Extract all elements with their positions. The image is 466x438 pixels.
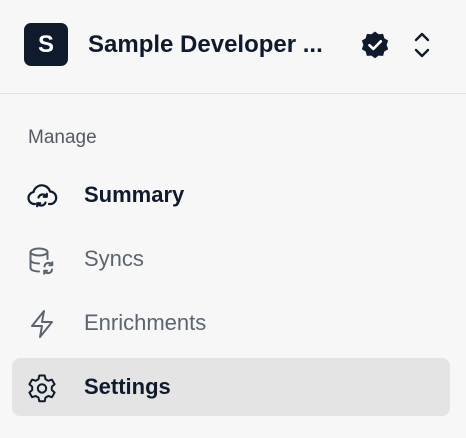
sidebar-item-syncs[interactable]: Syncs bbox=[12, 230, 450, 288]
sidebar: S Sample Developer ... Manage Summary Sy… bbox=[0, 0, 466, 438]
verified-badge-icon bbox=[361, 31, 389, 59]
section-label-manage: Manage bbox=[28, 127, 97, 148]
sidebar-item-label: Syncs bbox=[84, 246, 144, 271]
sidebar-item-label: Enrichments bbox=[84, 310, 207, 335]
sidebar-item-enrichments[interactable]: Enrichments bbox=[12, 294, 450, 352]
sidebar-item-label: Settings bbox=[84, 374, 171, 399]
org-avatar[interactable]: S bbox=[24, 23, 68, 66]
sidebar-item-summary[interactable]: Summary bbox=[12, 166, 450, 224]
cloud-sync-icon bbox=[27, 184, 58, 208]
org-header: S Sample Developer ... bbox=[0, 0, 466, 94]
chevron-up-down-icon[interactable] bbox=[410, 29, 434, 61]
lightning-icon bbox=[31, 310, 53, 338]
database-sync-icon bbox=[29, 247, 54, 275]
sidebar-item-label: Summary bbox=[84, 182, 185, 207]
org-name[interactable]: Sample Developer ... bbox=[88, 28, 350, 62]
sidebar-item-settings[interactable]: Settings bbox=[12, 358, 450, 416]
gear-icon bbox=[28, 374, 56, 403]
